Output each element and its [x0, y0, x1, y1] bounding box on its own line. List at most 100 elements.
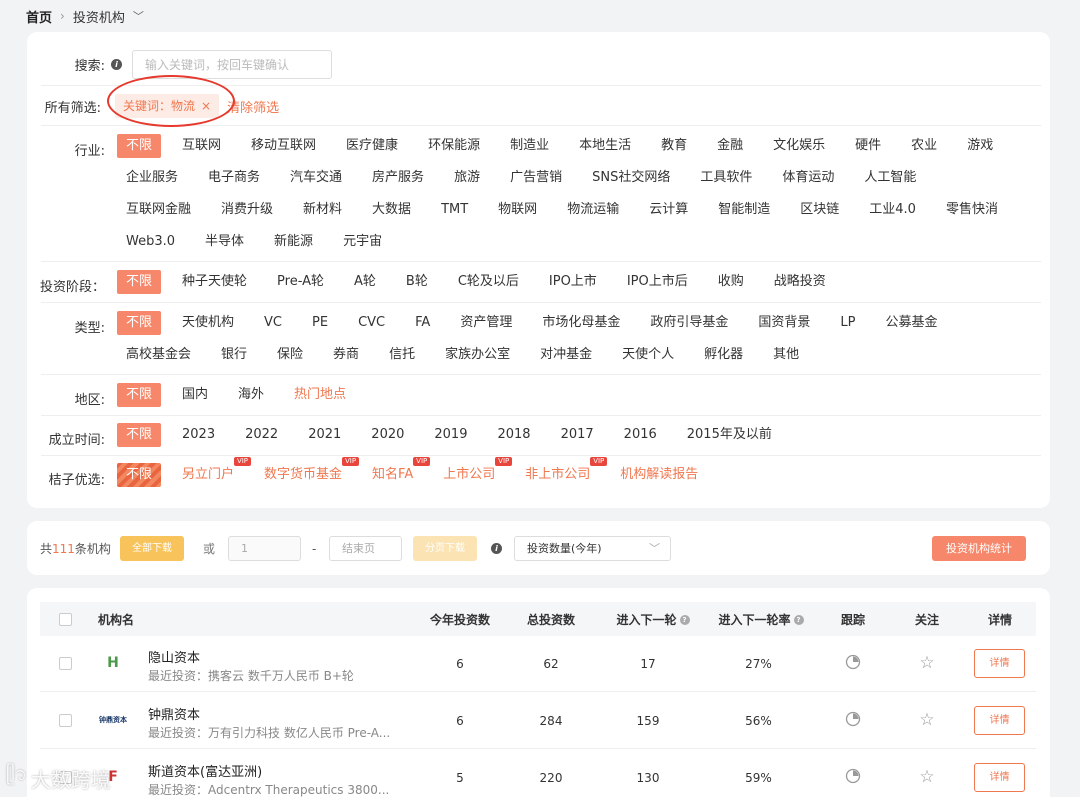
stage-option[interactable]: IPO上市 — [540, 270, 606, 294]
industry-option[interactable]: TMT — [432, 198, 477, 222]
type-option[interactable]: 天使个人 — [613, 343, 683, 367]
help-icon[interactable]: ? — [793, 615, 804, 625]
type-option[interactable]: PE — [303, 311, 337, 335]
region-option[interactable]: 国内 — [173, 383, 217, 407]
premium-option[interactable]: 上市公司 VIP — [434, 457, 513, 487]
industry-option[interactable]: 工具软件 — [691, 166, 761, 190]
industry-option[interactable]: 元宇宙 — [334, 230, 391, 254]
type-option[interactable]: 市场化母基金 — [533, 311, 629, 335]
industry-option[interactable]: 旅游 — [445, 166, 489, 190]
star-icon[interactable]: ☆ — [917, 710, 937, 730]
year-option[interactable]: 2023 — [173, 423, 224, 447]
stage-option[interactable]: C轮及以后 — [449, 270, 528, 294]
row-checkbox[interactable] — [59, 657, 72, 670]
industry-option[interactable]: 文化娱乐 — [764, 134, 834, 158]
stats-button[interactable]: 投资机构统计 — [932, 536, 1026, 561]
region-option[interactable]: 不限 — [117, 383, 162, 407]
info-icon[interactable]: i — [491, 543, 502, 554]
track-icon[interactable] — [843, 654, 863, 673]
industry-option[interactable]: 互联网金融 — [117, 198, 200, 222]
type-option[interactable]: 天使机构 — [173, 311, 243, 335]
premium-option[interactable]: 机构解读报告 — [611, 463, 707, 487]
page-start-input[interactable]: 1 — [228, 536, 301, 561]
industry-option[interactable]: 区块链 — [791, 198, 848, 222]
table-row[interactable]: 钟鼎资本 钟鼎资本 最近投资：万有引力科技 数亿人民币 Pre-A... 6 2… — [40, 693, 1036, 749]
header-this-year[interactable]: 今年投资数 — [425, 611, 495, 628]
year-option[interactable]: 不限 — [117, 423, 162, 447]
industry-option[interactable]: 农业 — [902, 134, 946, 158]
help-icon[interactable]: ? — [679, 615, 690, 625]
year-option[interactable]: 2015年及以前 — [678, 423, 781, 447]
industry-option[interactable]: 人工智能 — [855, 166, 925, 190]
type-option[interactable]: 信托 — [380, 343, 424, 367]
industry-option[interactable]: 环保能源 — [419, 134, 489, 158]
type-option[interactable]: 政府引导基金 — [641, 311, 737, 335]
table-row[interactable]: F 斯道资本(富达亚洲) 最近投资：Adcentrx Therapeutics … — [40, 750, 1036, 797]
type-option[interactable]: VC — [255, 311, 291, 335]
industry-option[interactable]: 不限 — [117, 134, 162, 158]
industry-option[interactable]: 汽车交通 — [281, 166, 351, 190]
row-checkbox[interactable] — [59, 714, 72, 727]
industry-option[interactable]: 金融 — [708, 134, 752, 158]
industry-option[interactable]: 云计算 — [640, 198, 697, 222]
industry-option[interactable]: 物流运输 — [558, 198, 628, 222]
detail-button[interactable]: 详情 — [974, 706, 1025, 735]
breadcrumb-home[interactable]: 首页 — [26, 7, 52, 26]
industry-option[interactable]: 大数据 — [363, 198, 420, 222]
stage-option[interactable]: 战略投资 — [765, 270, 835, 294]
info-icon[interactable]: i — [111, 59, 122, 70]
track-icon[interactable] — [843, 711, 863, 730]
year-option[interactable]: 2019 — [425, 423, 476, 447]
type-option[interactable]: 保险 — [268, 343, 312, 367]
select-all-checkbox[interactable] — [59, 613, 72, 626]
industry-option[interactable]: 移动互联网 — [242, 134, 325, 158]
industry-option[interactable]: 智能制造 — [709, 198, 779, 222]
sort-select[interactable]: 投资数量(今年) ﹀ — [514, 536, 671, 561]
org-name[interactable]: 隐山资本 — [148, 647, 200, 666]
industry-option[interactable]: 消费升级 — [212, 198, 282, 222]
type-option[interactable]: 资产管理 — [451, 311, 521, 335]
industry-option[interactable]: SNS社交网络 — [583, 166, 679, 190]
industry-option[interactable]: 医疗健康 — [337, 134, 407, 158]
chevron-down-icon[interactable]: ﹀ — [133, 8, 144, 24]
industry-option[interactable]: 本地生活 — [570, 134, 640, 158]
industry-option[interactable]: 游戏 — [958, 134, 1002, 158]
page-end-input[interactable]: 结束页 — [329, 536, 402, 561]
year-option[interactable]: 2017 — [552, 423, 603, 447]
org-name[interactable]: 斯道资本(富达亚洲) — [148, 761, 262, 780]
page-download-button[interactable]: 分页下载 — [413, 536, 477, 561]
star-icon[interactable]: ☆ — [917, 767, 937, 787]
type-option[interactable]: 家族办公室 — [436, 343, 519, 367]
industry-option[interactable]: 硬件 — [846, 134, 890, 158]
premium-option[interactable]: 另立门户 VIP — [173, 457, 252, 487]
type-option[interactable]: 券商 — [324, 343, 368, 367]
stage-option[interactable]: 不限 — [117, 270, 162, 294]
breadcrumb-current[interactable]: 投资机构 — [73, 7, 125, 26]
industry-option[interactable]: 体育运动 — [773, 166, 843, 190]
year-option[interactable]: 2016 — [615, 423, 666, 447]
header-total[interactable]: 总投资数 — [521, 611, 581, 628]
year-option[interactable]: 2018 — [488, 423, 539, 447]
industry-option[interactable]: 互联网 — [173, 134, 230, 158]
region-option[interactable]: 热门地点 — [285, 383, 355, 407]
type-option[interactable]: 对冲基金 — [531, 343, 601, 367]
type-option[interactable]: 其他 — [764, 343, 808, 367]
industry-option[interactable]: 零售快消 — [937, 198, 1007, 222]
type-option[interactable]: CVC — [349, 311, 394, 335]
industry-option[interactable]: 房产服务 — [363, 166, 433, 190]
industry-option[interactable]: 制造业 — [501, 134, 558, 158]
download-all-button[interactable]: 全部下载 — [120, 536, 184, 561]
industry-option[interactable]: 广告营销 — [501, 166, 571, 190]
stage-option[interactable]: A轮 — [345, 270, 385, 294]
premium-option[interactable]: 不限 — [117, 463, 162, 487]
stage-option[interactable]: IPO上市后 — [618, 270, 697, 294]
stage-option[interactable]: 种子天使轮 — [173, 270, 256, 294]
industry-option[interactable]: 新材料 — [294, 198, 351, 222]
detail-button[interactable]: 详情 — [974, 763, 1025, 792]
industry-option[interactable]: 企业服务 — [117, 166, 187, 190]
region-option[interactable]: 海外 — [229, 383, 273, 407]
type-option[interactable]: 孵化器 — [695, 343, 752, 367]
header-next-round[interactable]: 进入下一轮? — [608, 611, 698, 628]
stage-option[interactable]: B轮 — [397, 270, 437, 294]
premium-option[interactable]: 数字货币基金 VIP — [255, 457, 360, 487]
